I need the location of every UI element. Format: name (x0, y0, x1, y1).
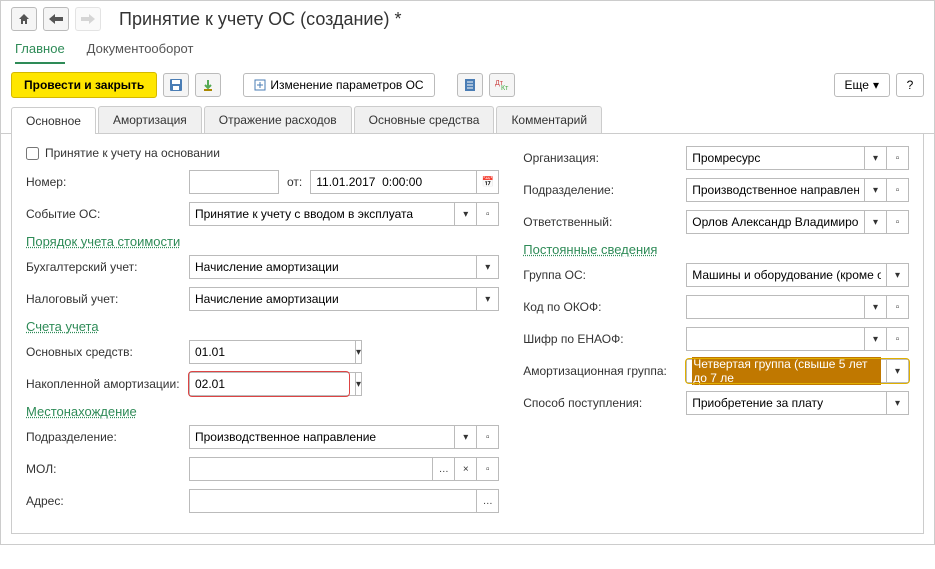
method-label: Способ поступления: (523, 396, 678, 410)
section-accounts: Счета учета (26, 319, 499, 334)
dropdown-icon[interactable]: ▾ (865, 327, 887, 351)
number-input[interactable] (189, 170, 279, 194)
mol-label: МОЛ: (26, 462, 181, 476)
list-icon[interactable] (457, 73, 483, 97)
addr-input[interactable] (189, 489, 477, 513)
org-label: Организация: (523, 151, 678, 165)
tab-main[interactable]: Основное (11, 107, 96, 134)
dept-input[interactable] (189, 425, 455, 449)
resp-input[interactable] (686, 210, 865, 234)
forward-icon (75, 7, 101, 31)
home-icon[interactable] (11, 7, 37, 31)
help-button[interactable]: ? (896, 73, 924, 97)
dept-label: Подразделение: (26, 430, 181, 444)
svg-text:Кт: Кт (501, 85, 509, 91)
event-input[interactable] (189, 202, 455, 226)
dropdown-icon[interactable]: ▾ (887, 359, 909, 383)
amort-acc-label: Накопленной амортизации: (26, 377, 181, 391)
enaof-label: Шифр по ЕНАОФ: (523, 332, 678, 346)
org-input[interactable] (686, 146, 865, 170)
basis-checkbox[interactable] (26, 147, 39, 160)
dropdown-icon[interactable]: ▾ (865, 295, 887, 319)
dropdown-icon[interactable]: ▾ (865, 210, 887, 234)
rdept-label: Подразделение: (523, 183, 678, 197)
tax-label: Налоговый учет: (26, 292, 181, 306)
section-const: Постоянные сведения (523, 242, 909, 257)
amortgroup-label: Амортизационная группа: (523, 364, 678, 378)
group-input[interactable] (686, 263, 887, 287)
rdept-input[interactable] (686, 178, 865, 202)
mol-input[interactable] (189, 457, 433, 481)
open-icon[interactable]: ▫ (477, 425, 499, 449)
dropdown-icon[interactable]: ▾ (887, 263, 909, 287)
from-label: от: (287, 175, 302, 189)
post-close-button[interactable]: Провести и закрыть (11, 72, 157, 98)
open-icon[interactable]: ▫ (477, 457, 499, 481)
section-cost: Порядок учета стоимости (26, 234, 499, 249)
open-icon[interactable]: ▫ (887, 146, 909, 170)
amortgroup-input[interactable]: Четвертая группа (свыше 5 лет до 7 ле (686, 359, 887, 383)
back-icon[interactable] (43, 7, 69, 31)
chevron-down-icon: ▾ (873, 78, 879, 92)
ellipsis-icon[interactable]: … (433, 457, 455, 481)
tab-assets[interactable]: Основные средства (354, 106, 495, 133)
dropdown-icon[interactable]: ▾ (887, 391, 909, 415)
nav-main[interactable]: Главное (15, 41, 65, 64)
tab-amort[interactable]: Амортизация (98, 106, 202, 133)
dropdown-icon[interactable]: ▾ (865, 178, 887, 202)
nav-docflow[interactable]: Документооборот (87, 41, 194, 64)
tax-input[interactable] (189, 287, 477, 311)
save-icon[interactable] (163, 73, 189, 97)
fixed-input[interactable] (189, 340, 356, 364)
calendar-icon[interactable]: 📅 (477, 170, 499, 194)
tab-comment[interactable]: Комментарий (496, 106, 602, 133)
ellipsis-icon[interactable]: … (477, 489, 499, 513)
addr-label: Адрес: (26, 494, 181, 508)
acc-label: Бухгалтерский учет: (26, 260, 181, 274)
more-button[interactable]: Еще ▾ (834, 73, 890, 97)
open-icon[interactable]: ▫ (887, 178, 909, 202)
method-input[interactable] (686, 391, 887, 415)
change-params-button[interactable]: Изменение параметров ОС (243, 73, 434, 97)
open-icon[interactable]: ▫ (887, 327, 909, 351)
okof-input[interactable] (686, 295, 865, 319)
okof-label: Код по ОКОФ: (523, 300, 678, 314)
tab-expenses[interactable]: Отражение расходов (204, 106, 352, 133)
dropdown-icon[interactable]: ▾ (477, 255, 499, 279)
dropdown-icon[interactable]: ▾ (455, 425, 477, 449)
page-title: Принятие к учету ОС (создание) * (119, 9, 402, 30)
dropdown-icon[interactable]: ▾ (477, 287, 499, 311)
enaof-input[interactable] (686, 327, 865, 351)
post-icon[interactable] (195, 73, 221, 97)
open-icon[interactable]: ▫ (477, 202, 499, 226)
date-input[interactable] (310, 170, 477, 194)
event-label: Событие ОС: (26, 207, 181, 221)
fixed-label: Основных средств: (26, 345, 181, 359)
dropdown-icon[interactable]: ▾ (356, 340, 362, 364)
acc-input[interactable] (189, 255, 477, 279)
dropdown-icon[interactable]: ▾ (865, 146, 887, 170)
resp-label: Ответственный: (523, 215, 678, 229)
clear-icon[interactable]: × (455, 457, 477, 481)
open-icon[interactable]: ▫ (887, 295, 909, 319)
dtkt-icon[interactable]: ДтКт (489, 73, 515, 97)
section-location: Местонахождение (26, 404, 499, 419)
open-icon[interactable]: ▫ (887, 210, 909, 234)
dropdown-icon[interactable]: ▾ (455, 202, 477, 226)
dropdown-icon[interactable]: ▾ (356, 372, 362, 396)
basis-label: Принятие к учету на основании (45, 146, 220, 160)
number-label: Номер: (26, 175, 181, 189)
group-label: Группа ОС: (523, 268, 678, 282)
amort-acc-input[interactable] (189, 372, 356, 396)
